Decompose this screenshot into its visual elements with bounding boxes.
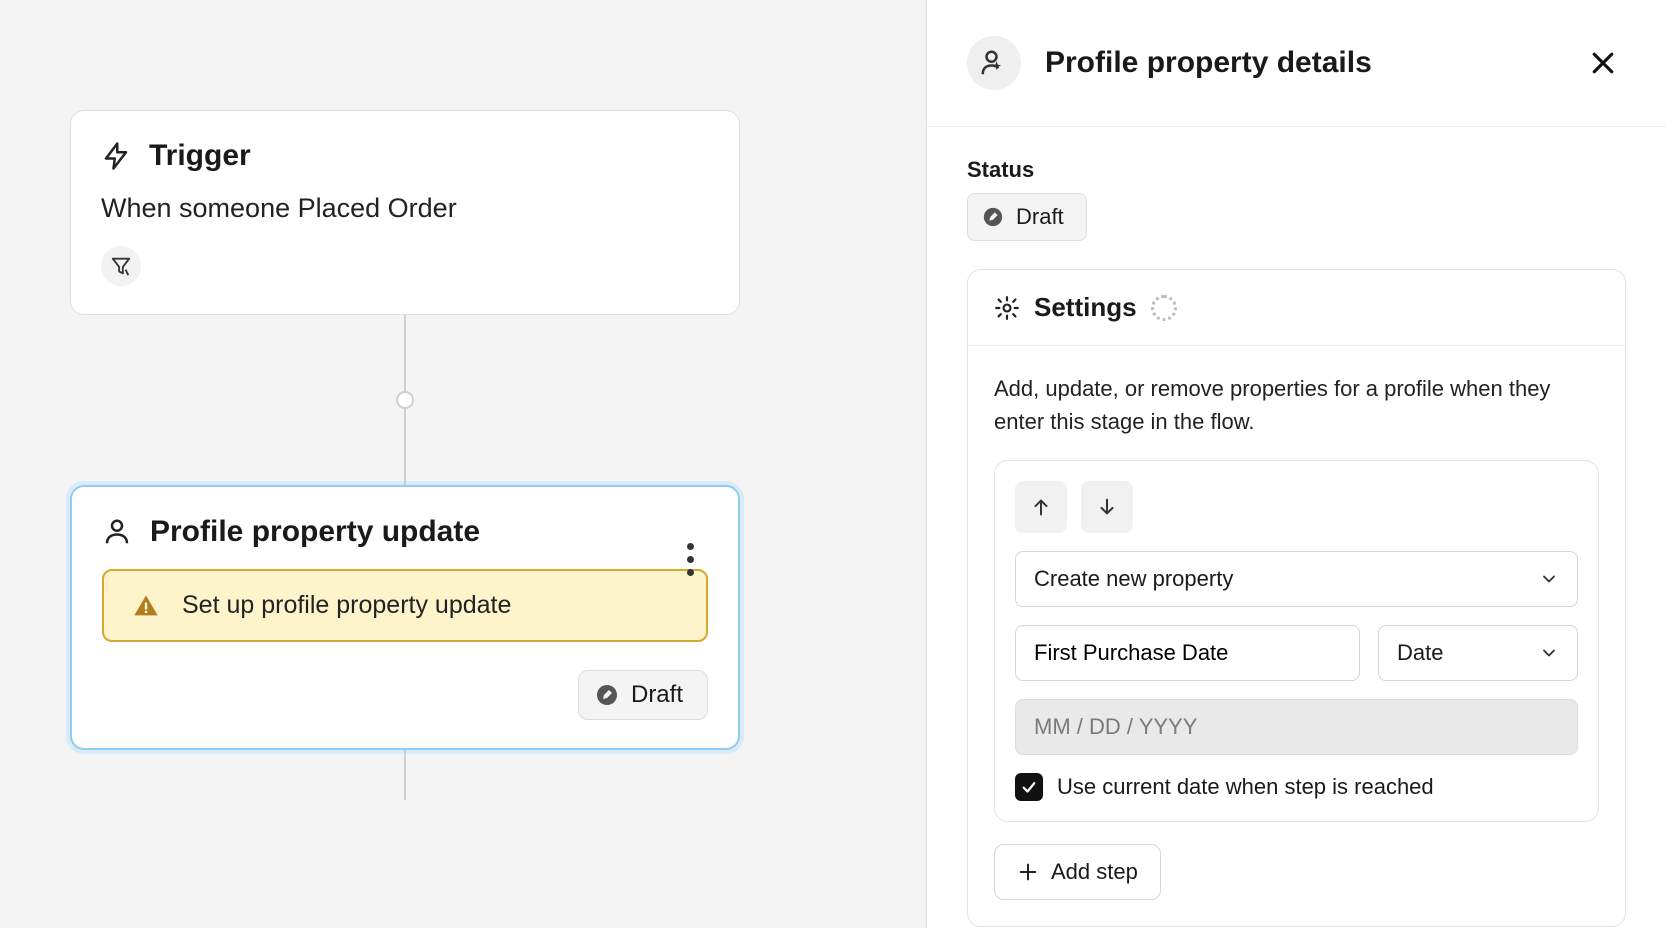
flow-canvas[interactable]: Trigger When someone Placed Order Profil… [0,0,926,928]
profile-property-update-card[interactable]: Profile property update Set up profile p… [70,485,740,750]
trigger-title: Trigger [149,139,251,173]
setup-warning-banner[interactable]: Set up profile property update [102,569,708,642]
trigger-card[interactable]: Trigger When someone Placed Order [70,110,740,315]
property-action-value: Create new property [1034,566,1233,592]
warning-icon [132,592,160,620]
pencil-circle-icon [982,206,1004,228]
settings-description: Add, update, or remove properties for a … [994,372,1599,438]
use-current-date-label: Use current date when step is reached [1057,774,1434,800]
pencil-circle-icon [595,683,619,707]
chevron-down-icon [1539,569,1559,589]
profile-sparkle-icon [967,36,1021,90]
panel-header: Profile property details [927,0,1666,127]
panel-title: Profile property details [1045,46,1556,80]
plus-icon [1017,861,1039,883]
property-type-value: Date [1397,640,1443,666]
settings-panel: Settings Add, update, or remove properti… [967,269,1626,927]
action-title: Profile property update [150,515,480,549]
loading-spinner-icon [1151,295,1177,321]
warning-text: Set up profile property update [182,591,511,620]
move-step-up-button[interactable] [1015,481,1067,533]
panel-status-value: Draft [1016,204,1064,230]
check-icon [1020,778,1038,796]
filter-icon[interactable] [101,246,141,286]
property-step-card: Create new property Date [994,460,1599,822]
profile-icon [102,517,132,547]
gear-icon [994,295,1020,321]
status-heading: Status [967,157,1626,183]
card-status-chip[interactable]: Draft [578,670,708,720]
lightning-icon [101,139,131,173]
connector-add-node[interactable] [396,391,414,409]
card-status-label: Draft [631,681,683,709]
date-value-input: MM / DD / YYYY [1015,699,1578,755]
details-side-panel: Profile property details Status Draft Se… [926,0,1666,928]
add-step-label: Add step [1051,859,1138,885]
add-step-button[interactable]: Add step [994,844,1161,900]
flow-connector-tail [404,750,406,800]
chevron-down-icon [1539,643,1559,663]
flow-connector [404,315,406,485]
arrow-up-icon [1030,496,1052,518]
property-type-select[interactable]: Date [1378,625,1578,681]
move-step-down-button[interactable] [1081,481,1133,533]
arrow-down-icon [1096,496,1118,518]
close-panel-button[interactable] [1580,40,1626,86]
use-current-date-checkbox[interactable] [1015,773,1043,801]
card-actions-menu[interactable] [679,535,702,584]
property-name-input[interactable] [1015,625,1360,681]
settings-heading: Settings [1034,292,1137,323]
panel-status-chip[interactable]: Draft [967,193,1087,241]
trigger-description: When someone Placed Order [101,193,709,224]
property-action-select[interactable]: Create new property [1015,551,1578,607]
